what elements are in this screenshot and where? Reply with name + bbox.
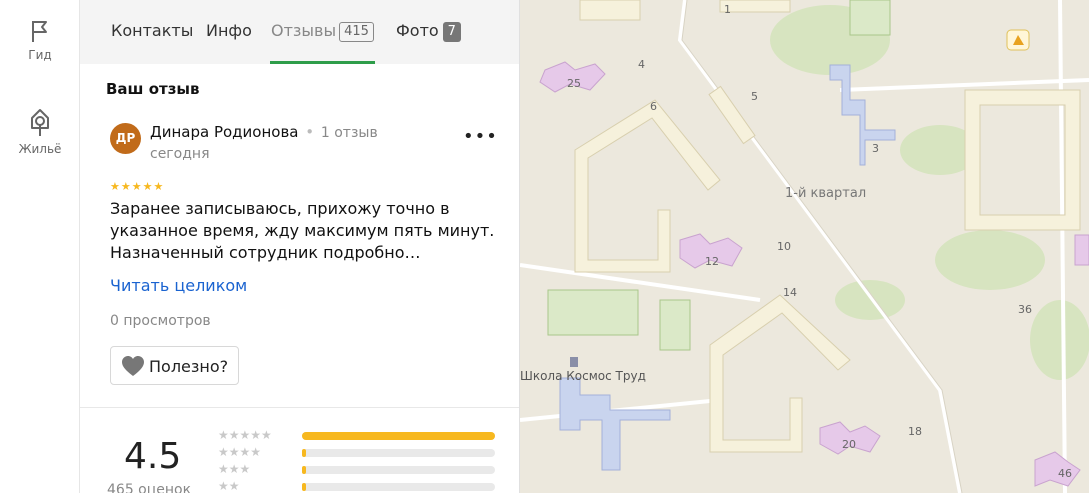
more-options-icon[interactable]: •••: [463, 126, 498, 147]
map-canvas[interactable]: 1 4 25 5 6 3 1-й квартал 10 12 14 36 Шко…: [520, 0, 1089, 493]
school-icon[interactable]: [570, 357, 578, 367]
helpful-button[interactable]: Полезно?: [110, 346, 239, 385]
tab-contacts[interactable]: Контакты: [111, 21, 193, 40]
stars-2-icon: ★★: [218, 479, 240, 493]
stars-5-icon: ★★★★★: [218, 428, 272, 442]
rail-item-label: Гид: [28, 48, 52, 62]
tab-reviews[interactable]: Отзывы 415: [271, 21, 374, 42]
rating-bar-track: [302, 466, 495, 474]
flag-icon: [32, 21, 47, 42]
tab-bar: Контакты Инфо Отзывы 415 Фото 7: [80, 0, 519, 64]
tab-info[interactable]: Инфо: [206, 21, 252, 40]
rating-bar-fill: [302, 449, 306, 457]
rating-bar-fill: [302, 432, 495, 440]
place-panel: Контакты Инфо Отзывы 415 Фото 7 Ваш отзыв …: [80, 0, 520, 493]
photos-count-badge: 7: [442, 22, 461, 42]
map-label: 4: [638, 58, 645, 71]
section-title: Ваш отзыв: [106, 80, 200, 98]
rail-item-guide[interactable]: Гид: [0, 18, 80, 62]
map-poi-label: Школа Космос Труд: [520, 369, 646, 383]
map-label: 18: [908, 425, 922, 438]
review-date: сегодня: [150, 146, 210, 162]
average-rating: 4.5: [124, 436, 182, 477]
rating-bar-track: [302, 449, 495, 457]
map-label: 25: [567, 77, 581, 90]
author-name[interactable]: Динара Родионова: [150, 123, 298, 141]
review-text: Заранее записываюсь, прихожу точно в ука…: [110, 199, 495, 262]
map-label: 3: [872, 142, 879, 155]
left-rail: Гид Жильё: [0, 0, 80, 493]
map-label: 46: [1058, 467, 1072, 480]
home-search-icon: [31, 109, 49, 136]
map-label: 36: [1018, 303, 1032, 316]
views-count: 0 просмотров: [110, 313, 211, 329]
reviews-count-badge: 415: [339, 22, 374, 42]
map-label: 1: [724, 3, 731, 16]
map-label: 20: [842, 438, 856, 451]
tab-photos[interactable]: Фото 7: [396, 21, 461, 42]
rail-item-housing[interactable]: Жильё: [0, 106, 80, 156]
rating-bar-track: [302, 483, 495, 491]
active-tab-indicator: [270, 61, 375, 64]
read-more-link[interactable]: Читать целиком: [110, 276, 247, 295]
stars-4-icon: ★★★★: [218, 445, 262, 459]
rating-bar-track: [302, 432, 495, 440]
map-label: 14: [783, 286, 797, 299]
map-district-label: 1-й квартал: [785, 186, 866, 201]
map-label: 5: [751, 90, 758, 103]
map-svg[interactable]: 1 4 25 5 6 3 1-й квартал 10 12 14 36 Шко…: [520, 0, 1089, 493]
review-author: Динара Родионова • 1 отзыв: [150, 123, 378, 141]
rail-item-label: Жильё: [18, 142, 62, 156]
stars-3-icon: ★★★: [218, 462, 251, 476]
map-label: 6: [650, 100, 657, 113]
divider: [80, 407, 519, 408]
author-review-count: 1 отзыв: [320, 125, 378, 141]
rating-bar-fill: [302, 483, 306, 491]
heart-icon: [122, 355, 144, 376]
rating-count: 465 оценок: [107, 482, 192, 493]
avatar[interactable]: ДР: [110, 123, 141, 154]
map-label: 12: [705, 255, 719, 268]
playground-icon[interactable]: [1006, 29, 1030, 51]
rating-bar-fill: [302, 466, 306, 474]
review-stars: ★★★★★: [110, 180, 165, 193]
map-label: 10: [777, 240, 791, 253]
